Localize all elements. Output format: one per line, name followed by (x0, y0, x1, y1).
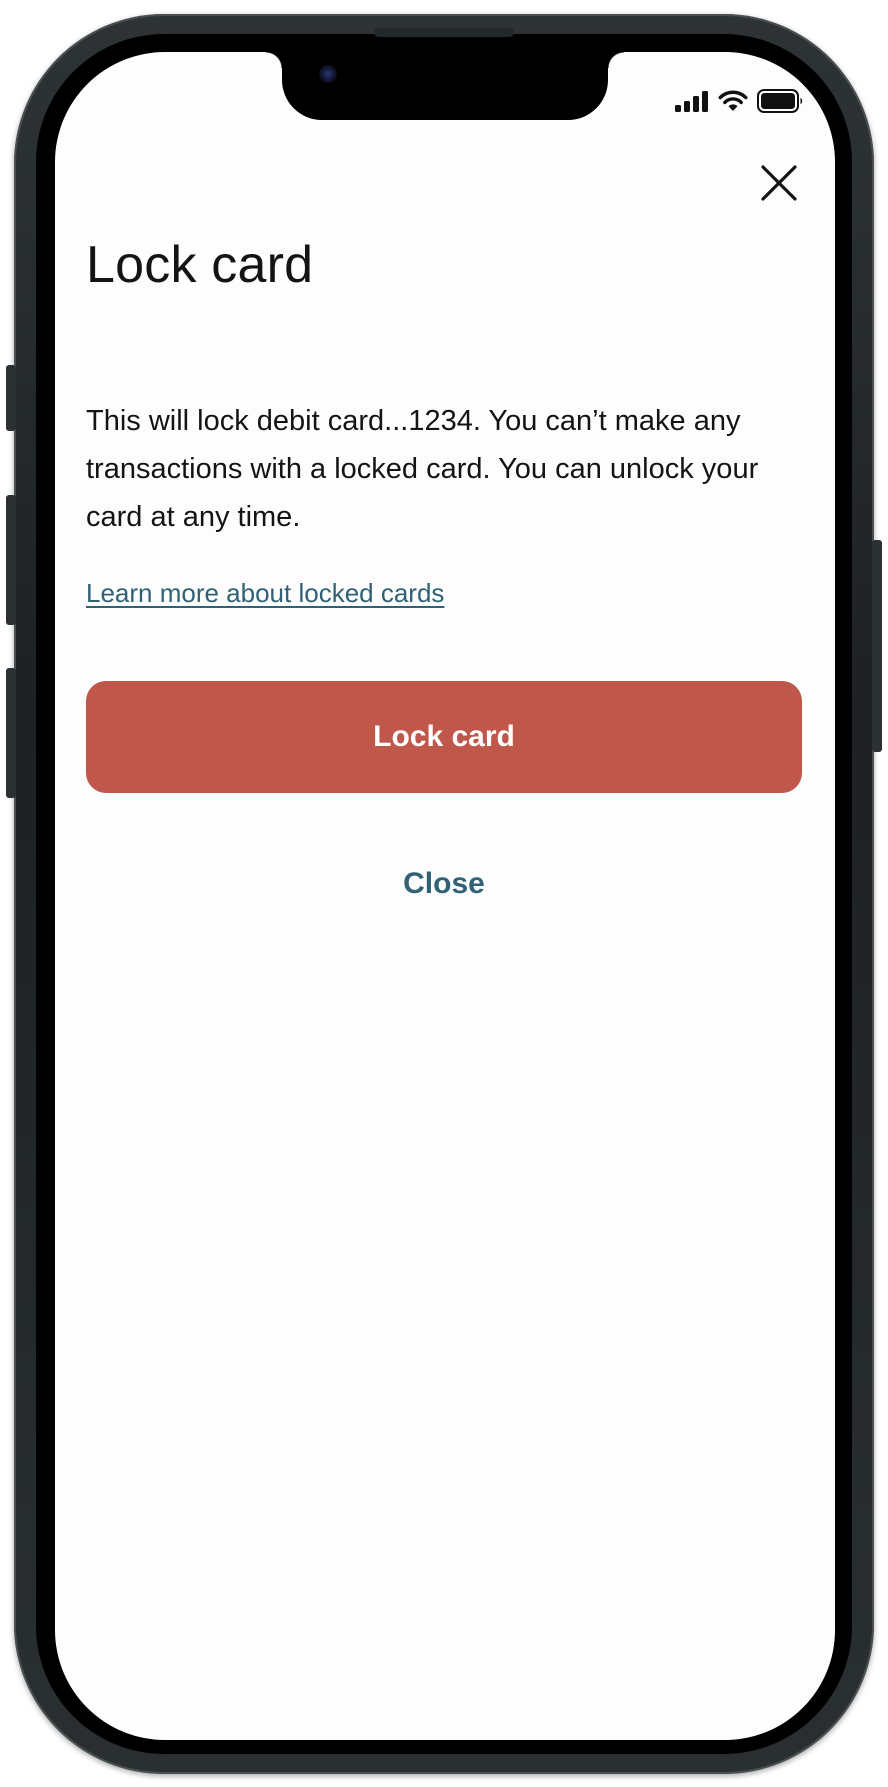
power-button (872, 540, 882, 752)
lock-card-description: This will lock debit card...1234. You ca… (86, 405, 759, 533)
close-button-label: Close (403, 867, 485, 900)
notch (266, 52, 624, 120)
status-bar-icons (675, 88, 805, 114)
close-icon[interactable] (760, 164, 798, 202)
phone-screen: Lock card This will lock debit card...12… (55, 52, 835, 1740)
lock-card-button[interactable]: Lock card (86, 681, 802, 793)
learn-more-link[interactable]: Learn more about locked cards (86, 578, 444, 609)
wifi-icon (718, 90, 748, 111)
volume-down-button (6, 668, 16, 798)
lock-card-button-label: Lock card (373, 720, 515, 753)
earpiece-speaker (374, 28, 514, 37)
battery-icon (757, 89, 803, 113)
page-title: Lock card (86, 236, 314, 294)
close-button[interactable]: Close (86, 854, 802, 914)
signal-icon (675, 91, 708, 112)
front-camera (319, 65, 337, 83)
mute-switch (6, 365, 16, 431)
volume-up-button (6, 495, 16, 625)
